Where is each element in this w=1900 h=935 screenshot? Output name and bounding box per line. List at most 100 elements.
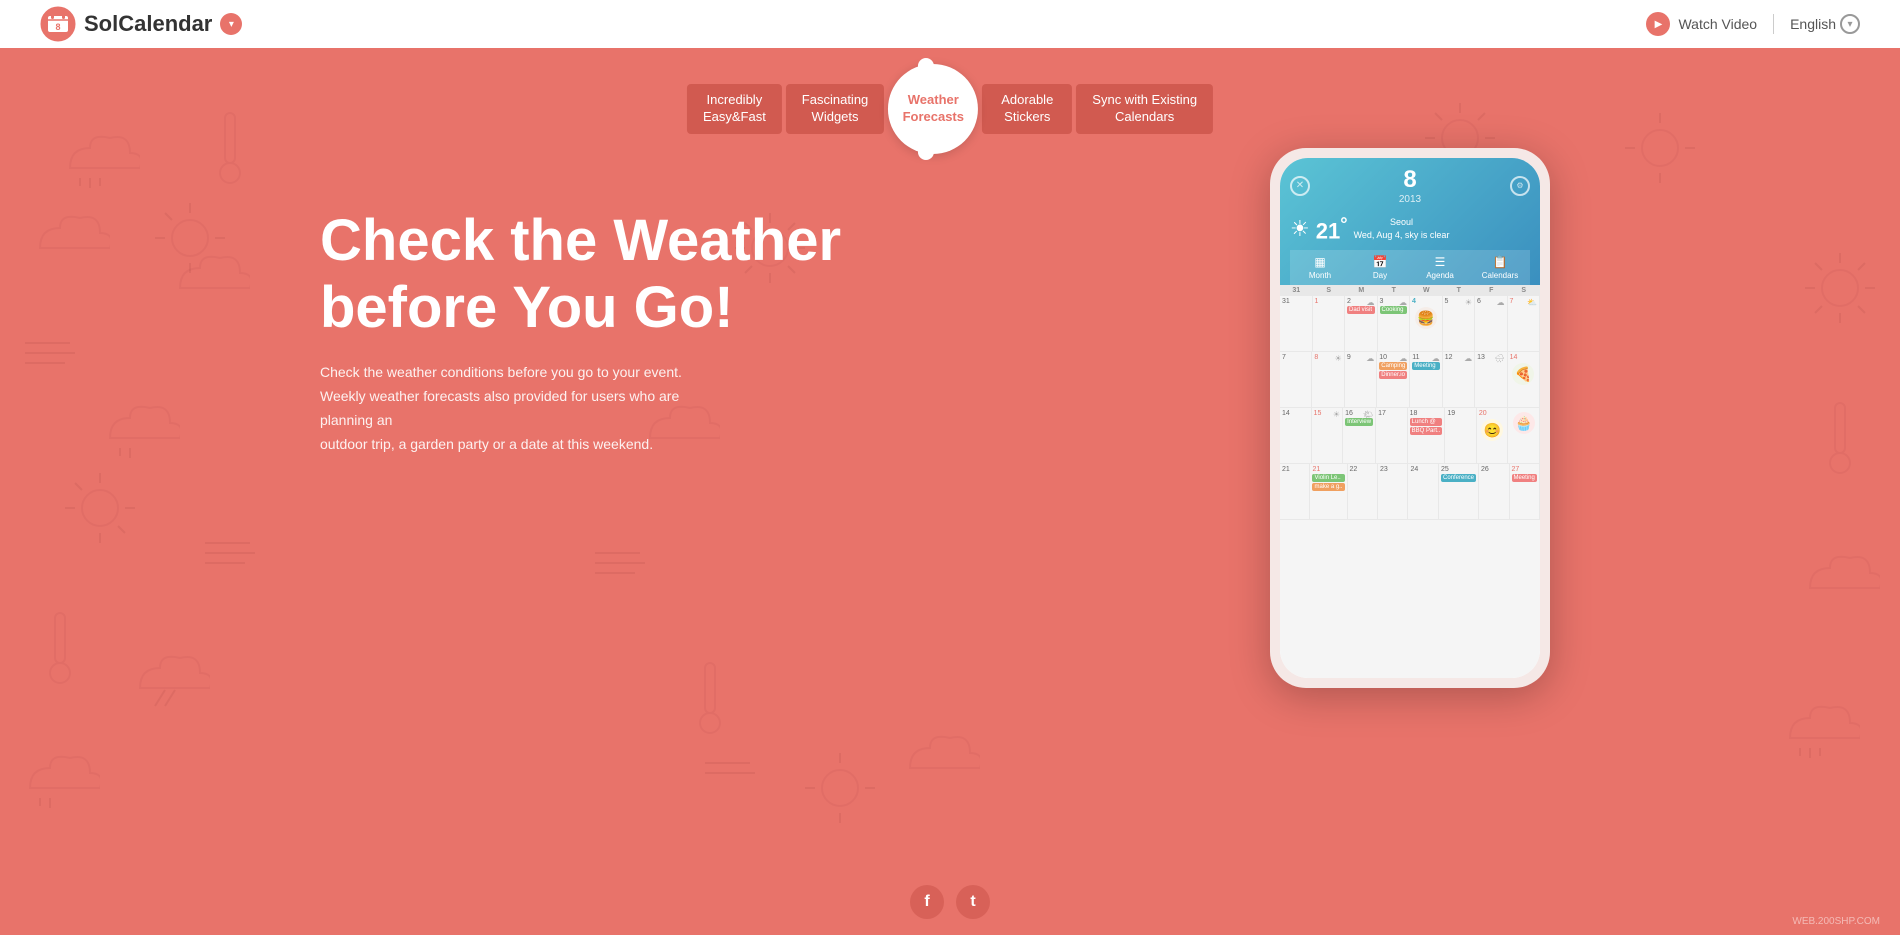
tab-incredibly-easy[interactable]: IncrediblyEasy&Fast	[687, 84, 782, 134]
tab-adorable-stickers[interactable]: AdorableStickers	[982, 84, 1072, 134]
calendar-weather-info: Seoul Wed, Aug 4, sky is clear	[1354, 216, 1450, 241]
calendar-settings-icon[interactable]: ⚙	[1510, 176, 1530, 196]
calendar-grid: 31 S M T W T F S 31 1 2	[1280, 285, 1540, 678]
calendar-weather-sun-icon: ☀	[1290, 216, 1310, 242]
calendar-nav-agenda[interactable]: ☰ Agenda	[1410, 250, 1470, 285]
bg-thermo-4	[680, 658, 740, 738]
week-header-s2: S	[1508, 287, 1541, 294]
svg-text:8: 8	[55, 22, 60, 32]
headline-description: Check the weather conditions before you …	[320, 361, 720, 456]
bg-thermo-2	[30, 608, 90, 688]
weather-icon-day7: ⛅	[1527, 298, 1537, 307]
calendar-nav-calendars[interactable]: 📋 Calendars	[1470, 250, 1530, 285]
week-header-t2: T	[1443, 287, 1476, 294]
weather-icon-day5: ☀	[1465, 298, 1472, 307]
cal-day-7[interactable]: 7 ⛅	[1508, 296, 1541, 351]
cal-day-5[interactable]: 5 ☀	[1443, 296, 1476, 351]
cal-day-25[interactable]: 25 Conference	[1439, 464, 1479, 519]
event-meeting-27: Meeting	[1512, 474, 1538, 482]
cal-day-27[interactable]: 27 Meeting	[1510, 464, 1541, 519]
calendar-nav-month-label: Month	[1309, 271, 1331, 280]
calendar-nav-day-label: Day	[1373, 271, 1387, 280]
facebook-button[interactable]: f	[910, 885, 944, 919]
agenda-icon: ☰	[1435, 255, 1446, 269]
cal-day-1[interactable]: 1	[1313, 296, 1346, 351]
week-header-m: M	[1345, 287, 1378, 294]
cal-day-24[interactable]: 24	[1408, 464, 1439, 519]
bg-thermo-3	[1810, 398, 1870, 478]
language-selector[interactable]: English ▾	[1790, 14, 1860, 34]
weather-icon-day13: 🌧	[1494, 354, 1504, 363]
play-icon: ▶	[1646, 12, 1670, 36]
calendar-close-icon[interactable]: ✕	[1290, 176, 1310, 196]
cal-week-34: 21	[1280, 464, 1310, 519]
cal-day-15[interactable]: 15 ☀	[1312, 408, 1344, 463]
cal-day-12[interactable]: 12 ☁	[1443, 352, 1475, 407]
sticker-cupcake: 🧁	[1513, 412, 1535, 434]
watch-video-button[interactable]: ▶ Watch Video	[1646, 12, 1757, 36]
language-chevron-icon: ▾	[1840, 14, 1860, 34]
calendar-date-display: 8 2013	[1399, 166, 1421, 205]
cal-day-9[interactable]: 9 ☁	[1345, 352, 1377, 407]
headline-line2: before You Go!	[320, 275, 734, 340]
week-header-s1: S	[1313, 287, 1346, 294]
calendar-temperature: 21°	[1316, 213, 1348, 244]
cal-day-2[interactable]: 2 ☁ Dad visit	[1345, 296, 1378, 351]
cal-day-16[interactable]: 16 🌤 Interview	[1343, 408, 1376, 463]
nav-tabs: IncrediblyEasy&Fast FascinatingWidgets W…	[687, 64, 1213, 154]
cal-day-19[interactable]: 19	[1445, 408, 1477, 463]
footer-credit: WEB.200SHP.COM	[1792, 916, 1880, 927]
calendar-row-2: 7 8 ☀ 9 ☁ 10 ☁ Camping	[1280, 352, 1540, 408]
cal-day-14b[interactable]: 🧁	[1508, 408, 1540, 463]
event-cooking: Cooking	[1380, 306, 1408, 314]
event-camping: Camping	[1379, 362, 1407, 370]
weather-icon-day3: ☁	[1399, 298, 1407, 307]
headline-text: Check the Weather before You Go!	[320, 208, 841, 341]
weather-icon-day9: ☁	[1366, 354, 1374, 363]
cal-day-6[interactable]: 6 ☁	[1475, 296, 1508, 351]
cal-day-18[interactable]: 18 Lunch @ BBQ Part..	[1408, 408, 1446, 463]
day-icon: 📅	[1373, 255, 1388, 269]
language-label: English	[1790, 16, 1836, 32]
cal-day-13[interactable]: 13 🌧	[1475, 352, 1507, 407]
bg-cloud-1	[60, 128, 140, 188]
header-divider	[1773, 14, 1774, 34]
cal-week-32: 7	[1280, 352, 1312, 407]
tab-sync-calendars[interactable]: Sync with ExistingCalendars	[1076, 84, 1213, 134]
phone-screen: ✕ 8 2013 ⚙ ☀ 21° Seoul Wed, Aug 4, sky i…	[1280, 158, 1540, 678]
cal-day-10[interactable]: 10 ☁ Camping Dinner.io	[1377, 352, 1410, 407]
logo[interactable]: 8 SolCalendar ▾	[40, 6, 242, 42]
cal-week-31: 31	[1280, 296, 1313, 351]
logo-dropdown-icon[interactable]: ▾	[220, 13, 242, 35]
cal-day-21[interactable]: 21 Violin Le.. make a g..	[1310, 464, 1347, 519]
footer-social: f t	[910, 885, 990, 919]
bg-wind-2	[200, 528, 260, 578]
cal-day-4[interactable]: 4 🍔	[1410, 296, 1443, 351]
calendar-nav: ▦ Month 📅 Day ☰ Agenda 📋	[1290, 250, 1530, 285]
cal-day-26[interactable]: 26	[1479, 464, 1509, 519]
bg-sun-7	[150, 198, 230, 278]
twitter-button[interactable]: t	[956, 885, 990, 919]
bg-cloud-2	[30, 208, 110, 268]
tab-fascinating-widgets[interactable]: FascinatingWidgets	[786, 84, 884, 134]
event-violin: Violin Le..	[1312, 474, 1344, 482]
weather-icon-day8: ☀	[1335, 354, 1342, 363]
weather-icon-day12: ☁	[1464, 354, 1472, 363]
event-dad-visit: Dad visit	[1347, 306, 1375, 314]
calendar-nav-month[interactable]: ▦ Month	[1290, 250, 1350, 285]
cal-day-11[interactable]: 11 ☁ Meeting	[1410, 352, 1442, 407]
cal-day-22[interactable]: 22	[1348, 464, 1379, 519]
calendar-nav-day[interactable]: 📅 Day	[1350, 250, 1410, 285]
event-dinner: Dinner.io	[1379, 371, 1407, 379]
bg-sun-6	[800, 748, 880, 828]
cal-day-23[interactable]: 23	[1378, 464, 1408, 519]
cal-day-17[interactable]: 17	[1376, 408, 1408, 463]
bg-sun-4	[1800, 248, 1880, 328]
cal-day-20[interactable]: 20 😊	[1477, 408, 1509, 463]
header-right: ▶ Watch Video English ▾	[1646, 12, 1860, 36]
cal-day-8[interactable]: 8 ☀	[1312, 352, 1344, 407]
cal-day-3[interactable]: 3 ☁ Cooking	[1378, 296, 1411, 351]
cal-day-14[interactable]: 14 🍕	[1508, 352, 1540, 407]
tab-weather-forecasts[interactable]: WeatherForecasts	[888, 64, 978, 154]
bg-sun-3	[60, 468, 140, 548]
